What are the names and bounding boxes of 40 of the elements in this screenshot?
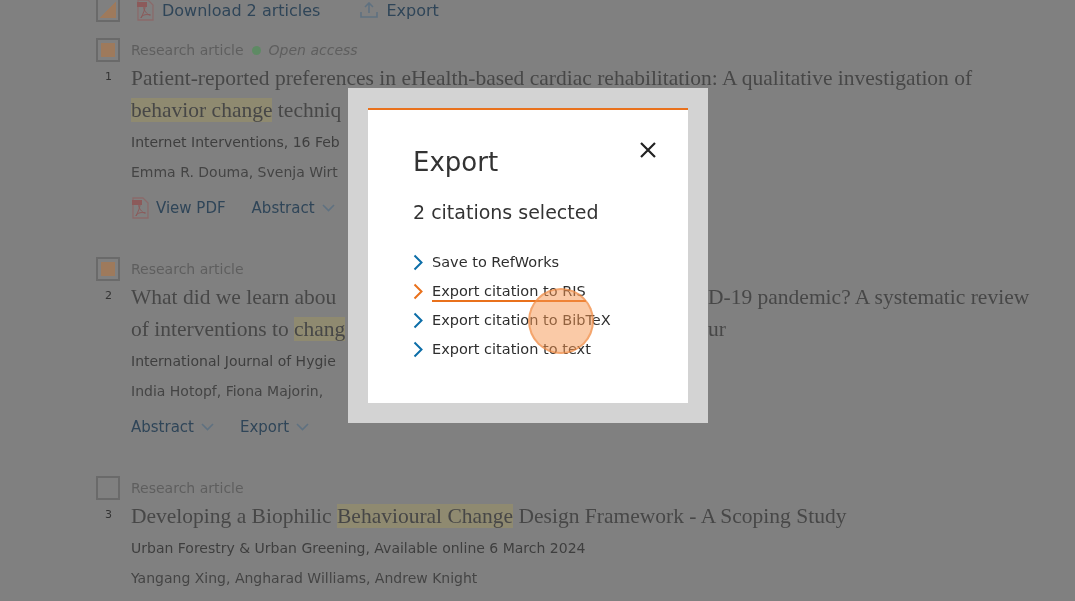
article-authors: Emma R. Douma, Svenja Wirt [131,162,338,182]
export-link[interactable]: Export [360,0,439,20]
pdf-icon [136,0,154,21]
dialog-title: Export [413,146,499,179]
article-title[interactable]: D-19 pandemic? A systematic review [708,283,1030,311]
selection-count: 2 citations selected [413,200,600,225]
chevron-right-icon [413,341,423,358]
result-number: 3 [104,507,112,521]
open-access-dot [251,45,261,55]
chevron-down-icon [200,423,214,431]
journal-info: Urban Forestry & Urban Greening, Available online 6 March 2024 [131,539,586,558]
upload-icon [360,2,379,18]
chevron-right-icon [413,254,423,271]
select-all-checkbox[interactable] [96,0,120,22]
chevron-down-icon [321,204,335,212]
article-checkbox[interactable] [96,38,120,62]
close-icon [640,142,656,158]
chevron-right-icon [413,283,423,300]
pdf-icon [131,197,149,219]
article-title[interactable]: Patient-reported preferences in eHealth-based cardiac rehabilitation: A qualitative investigation of [131,64,973,92]
view-pdf-link[interactable]: View PDF [131,197,226,219]
article-authors: Yangang Xing, Angharad Williams, Andrew Knight [131,568,478,588]
export-option[interactable]: Export citation to text [413,335,591,364]
article-checkbox[interactable] [96,257,120,281]
dropdown-link[interactable]: Abstract [131,418,214,436]
dropdown-link[interactable]: Export [239,418,310,436]
chevron-right-icon [413,312,423,329]
article-title[interactable]: ur [708,315,726,343]
article-title[interactable]: Developing a Biophilic Behavioural Change Design Framework - A Scoping Study [131,502,847,530]
journal-info: Internet Interventions, 16 Feb [131,133,340,152]
download-link[interactable]: Download 2 articles [136,0,321,21]
result-number: 1 [104,69,112,83]
export-option[interactable]: Save to RefWorks [413,248,560,277]
article-title[interactable]: What did we learn abou [131,283,337,311]
article-authors: India Hotopf, Fiona Majorin, [131,381,324,401]
journal-info: International Journal of Hygie [131,352,336,371]
chevron-down-icon [296,423,310,431]
result-number: 2 [104,288,112,302]
dropdown-link[interactable]: Abstract [251,199,335,217]
article-title[interactable]: of interventions to chang [131,315,346,343]
